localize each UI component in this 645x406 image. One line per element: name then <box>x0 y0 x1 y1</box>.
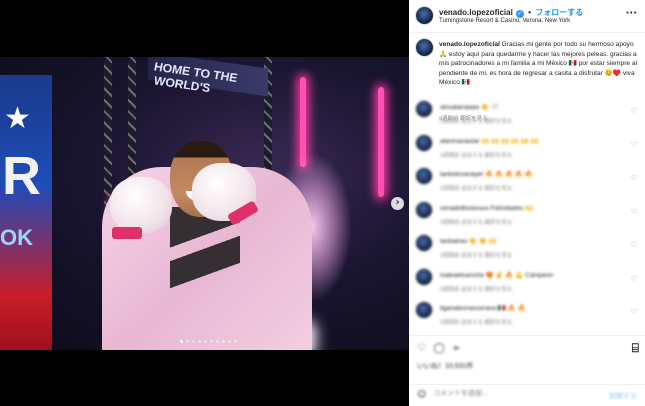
comment-meta[interactable]: 9週間前 返信する 翻訳を見る <box>440 251 512 259</box>
comment-meta[interactable]: 9週間前 返信する 翻訳を見る <box>440 184 512 192</box>
separator-dot: • <box>528 8 532 17</box>
emoji-icon[interactable]: ☺ <box>417 390 426 400</box>
next-arrow-icon[interactable]: › <box>391 197 404 210</box>
avatar[interactable] <box>415 234 433 252</box>
comment-text: liganalesnascerana 🇲🇽 🔥 🔥 <box>440 305 526 312</box>
robe-emblem <box>170 207 240 317</box>
comment-input[interactable] <box>433 390 583 397</box>
header-user-line: venado.lopezoficial ✓ • フォローする <box>439 7 583 18</box>
post-photo[interactable]: ★ R OK HOME TO THE WORLD'S <box>0 57 409 350</box>
action-bar: ♡ ◯ ➢ ⌸ <box>409 335 645 361</box>
carousel-dot <box>192 340 195 343</box>
glove-cuff <box>112 227 142 239</box>
stage-light <box>378 87 384 197</box>
caption-text-block: venado.lopezoficial Gracias mi gente por… <box>439 40 639 88</box>
comment-meta[interactable]: 9週間前 返信する 翻訳を見る <box>440 285 512 293</box>
verified-badge-icon: ✓ <box>516 10 525 18</box>
username-link[interactable]: venado.lopezoficial <box>439 8 513 17</box>
arena-banner-side-text: OK <box>0 225 33 250</box>
comment-text: ainsatanaaaa 👏 🤍 <box>440 104 499 111</box>
boxing-glove-left <box>110 177 172 233</box>
post-side-panel: venado.lopezoficial ✓ • フォローする Turningst… <box>409 0 645 406</box>
arena-banner: ★ R OK <box>0 75 52 350</box>
comment-text: alanmanastar 🙌 🙌 🙌 🙌 🙌 🙌 <box>440 137 539 145</box>
comment-text: isaleaelsanorta 😍 ✌️ 🔥 💪 Campeon <box>440 271 554 279</box>
comment-meta[interactable]: 9週間前 返信する 翻訳を見る <box>440 218 512 226</box>
comment-row: tanbalrao 👏 👏 🙌 9週間前 返信する 翻訳を見る ♡ <box>415 234 641 264</box>
heart-icon[interactable]: ♡ <box>631 308 637 316</box>
action-icons[interactable]: ♡ ◯ ➢ <box>417 343 463 354</box>
avatar[interactable] <box>415 133 433 152</box>
avatar[interactable] <box>415 100 433 118</box>
avatar[interactable] <box>415 301 433 319</box>
comment-row: ainsatanaaaa 👏 🤍 9週間前 返信する 翻訳を見る ♡ <box>415 100 641 130</box>
carousel-dot <box>228 340 231 343</box>
post-header: venado.lopezoficial ✓ • フォローする Turningst… <box>409 0 645 33</box>
star-icon: ★ <box>4 102 31 135</box>
comment-meta[interactable]: 9週間前 返信する 翻訳を見る <box>440 117 512 125</box>
arena-overhead-banner: HOME TO THE WORLD'S <box>148 57 268 97</box>
heart-icon[interactable]: ♡ <box>631 107 637 115</box>
carousel-dot <box>234 340 237 343</box>
carousel-dot <box>210 340 213 343</box>
post-media: ★ R OK HOME TO THE WORLD'S › <box>0 0 409 406</box>
avatar[interactable] <box>415 267 433 286</box>
avatar[interactable] <box>415 6 434 25</box>
heart-icon[interactable]: ♡ <box>631 174 637 182</box>
follow-button[interactable]: フォローする <box>535 8 583 17</box>
comment-row: liganalesnascerana 🇲🇽 🔥 🔥 9週間前 返信する 翻訳を見る… <box>415 301 641 331</box>
arena-banner-letter: R <box>2 146 41 206</box>
comment-text: venadolbxiasouo Felicidades 🙌 <box>440 204 534 212</box>
avatar[interactable] <box>415 167 433 185</box>
carousel-dot <box>204 340 207 343</box>
carousel-dot <box>198 340 201 343</box>
comment-row: isaleaelsanorta 😍 ✌️ 🔥 💪 Campeon 9週間前 返信す… <box>415 267 641 298</box>
heart-icon[interactable]: ♡ <box>631 141 637 149</box>
comment-row: venadolbxiasouo Felicidades 🙌 9週間前 返信する 翻… <box>415 200 641 231</box>
carousel-dot <box>222 340 225 343</box>
carousel-dots <box>180 340 237 343</box>
comment-text: lankidxsanayer 🔥 🔥 🔥 🔥 🔥 <box>440 171 533 178</box>
heart-icon[interactable]: ♡ <box>631 208 637 216</box>
bookmark-icon[interactable]: ⌸ <box>632 341 639 356</box>
heart-icon[interactable]: ♡ <box>631 275 637 283</box>
location-link[interactable]: Turningstone Resort & Casino, Verona, Ne… <box>439 18 570 24</box>
comment-text: tanbalrao 👏 👏 🙌 <box>440 238 497 245</box>
heart-icon[interactable]: ♡ <box>631 241 637 249</box>
comment-meta[interactable]: 9週間前 返信する 翻訳を見る <box>440 318 512 326</box>
avatar[interactable] <box>415 200 433 219</box>
carousel-dot <box>186 340 189 343</box>
carousel-dot <box>216 340 219 343</box>
comment-meta[interactable]: 9週間前 返信する 翻訳を見る <box>440 151 512 159</box>
post-comment-button[interactable]: 投稿する <box>609 391 637 401</box>
comment-row: alanmanastar 🙌 🙌 🙌 🙌 🙌 🙌 9週間前 返信する 翻訳を見る ♡ <box>415 133 641 164</box>
add-comment-bar: ☺ 投稿する <box>409 384 645 406</box>
caption-username[interactable]: venado.lopezoficial <box>439 41 500 48</box>
avatar[interactable] <box>415 38 434 57</box>
carousel-dot <box>180 340 183 343</box>
more-options-icon[interactable]: ··· <box>626 8 637 19</box>
likes-count[interactable]: いいね！10,531件 <box>417 361 473 371</box>
comment-row: lankidxsanayer 🔥 🔥 🔥 🔥 🔥 9週間前 返信する 翻訳を見る ♡ <box>415 167 641 197</box>
